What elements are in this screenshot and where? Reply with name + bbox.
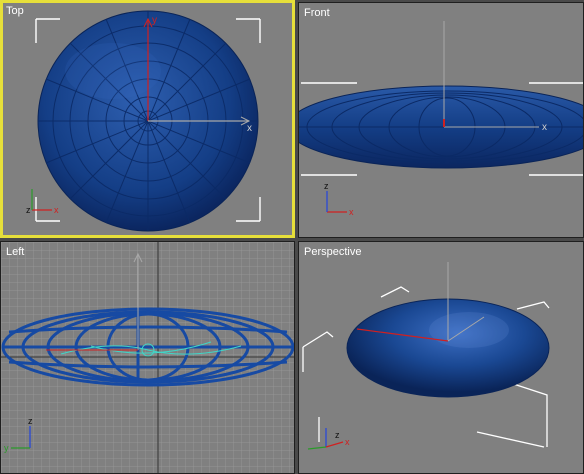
viewport-label-perspective[interactable]: Perspective: [304, 246, 361, 258]
axis-tripod-icon: z x: [307, 428, 350, 450]
gizmo-x-label: x: [247, 123, 252, 134]
tripod-y-label: y: [4, 443, 9, 453]
tripod-x-label: x: [345, 437, 350, 447]
viewport-perspective[interactable]: z x Perspective: [298, 241, 584, 474]
gizmo-x-label: x: [542, 122, 547, 133]
tripod-z-label: z: [335, 430, 340, 440]
gizmo-y-label: y: [152, 15, 157, 26]
front-view-canvas[interactable]: x x z: [299, 3, 583, 237]
viewport-label-top[interactable]: Top: [6, 5, 24, 17]
viewport-front[interactable]: x x z Front: [298, 2, 584, 238]
left-view-canvas[interactable]: z y: [1, 242, 294, 473]
axis-tripod-icon: x z: [324, 181, 354, 217]
viewport-left[interactable]: z y Left: [0, 241, 295, 474]
viewport-label-left[interactable]: Left: [6, 246, 24, 258]
perspective-view-canvas[interactable]: z x: [299, 242, 583, 473]
ellipsoid-object[interactable]: [299, 85, 583, 169]
viewport-label-front[interactable]: Front: [304, 7, 330, 19]
tripod-x-label: x: [54, 205, 59, 215]
tripod-z-label: z: [324, 181, 329, 191]
viewport-layout: x y x z Top x x z Front z y Left z x Per…: [0, 0, 584, 474]
tripod-z-label: z: [26, 205, 31, 215]
tripod-x-label: x: [349, 207, 354, 217]
axis-tripod-icon: x z: [26, 189, 59, 215]
top-view-canvas[interactable]: x y x z: [3, 3, 292, 235]
viewport-top[interactable]: x y x z Top: [0, 0, 295, 238]
tripod-z-label: z: [28, 416, 33, 426]
